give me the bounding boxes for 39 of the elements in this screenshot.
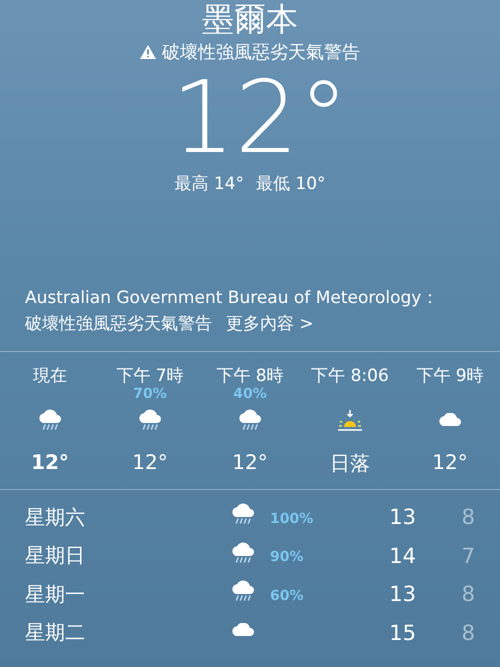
warning-icon [140,45,156,59]
hour-value: 12° [232,450,268,474]
hour-label: 現在 [33,365,67,386]
sunset-icon [336,409,364,433]
hour-label: 下午 8時 [216,365,284,386]
more-link[interactable]: 更多內容 > [226,311,314,337]
precipitation-chance: 90% [269,549,304,566]
hour-label: 下午 8:06 [311,365,389,386]
precipitation-chance: 70% [133,386,167,402]
hour-value: 12° [432,450,468,474]
low-temperature: 8 [460,582,475,606]
current-temperature: 12° [171,64,349,172]
high-temperature: 13 [388,582,416,606]
day-name: 星期六 [25,504,86,531]
hour-label: 下午 9時 [416,365,484,386]
hour-label: 下午 7時 [116,365,184,386]
warning-text: 破壞性強風惡劣天氣警告 [162,41,360,64]
day-name: 星期日 [25,542,86,570]
alert-source: Australian Government Bureau of Meteorology： [25,287,440,310]
day-name: 星期二 [25,619,86,646]
low-temperature: 8 [460,505,475,530]
low-temperature: 最低 10° [256,173,326,195]
cloud-icon [230,622,256,639]
high-temperature: 14 [388,544,416,568]
high-temperature: 最高 14° [174,173,244,195]
precipitation-chance: 40% [233,386,267,402]
hour-value: 12° [31,450,69,474]
alert-text: 破壞性強風惡劣天氣警告 [25,313,212,336]
high-temperature: 13 [388,505,416,530]
low-temperature: 7 [460,544,475,568]
low-temperature: 8 [460,620,475,645]
high-temperature: 15 [388,620,416,645]
precipitation-chance: 60% [269,588,304,604]
hour-value: 日落 [330,450,370,477]
cloud-icon [437,413,463,429]
hour-value: 12° [132,450,168,474]
city-name: 墨爾本 [202,0,298,38]
day-name: 星期一 [25,580,86,608]
precipitation-chance: 100% [269,510,314,527]
